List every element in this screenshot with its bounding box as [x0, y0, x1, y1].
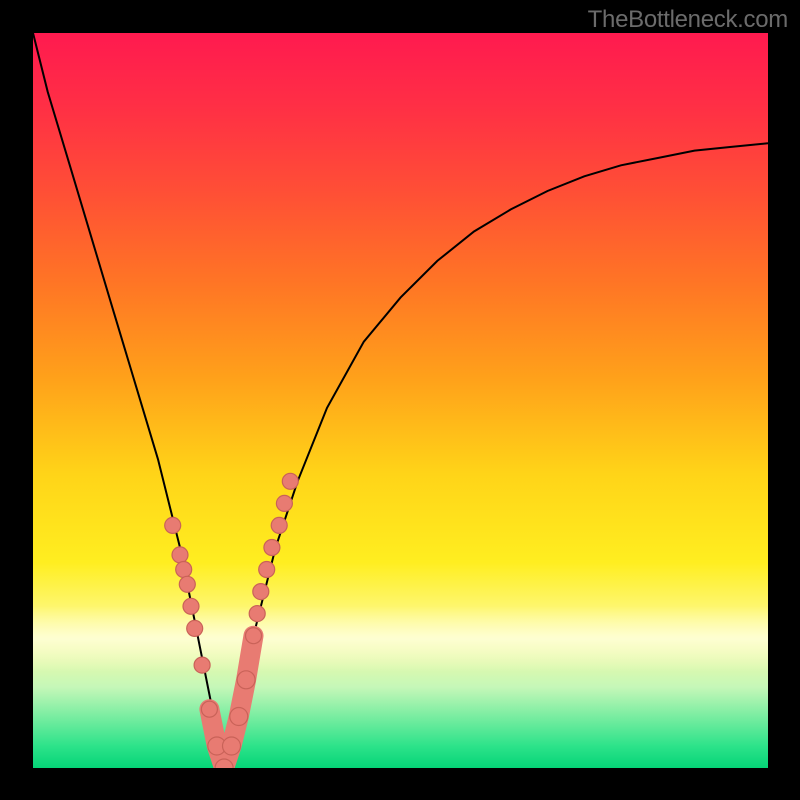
chart-frame: TheBottleneck.com: [0, 0, 800, 800]
bead-point: [179, 576, 195, 592]
bead-point: [237, 671, 255, 689]
bead-point: [271, 517, 287, 533]
bead-point: [264, 540, 280, 556]
bead-point: [282, 473, 298, 489]
bead-point: [223, 737, 241, 755]
bead-point: [201, 701, 217, 717]
bead-point: [259, 562, 275, 578]
bottleneck-curve: [33, 33, 768, 768]
plot-area: [33, 33, 768, 768]
bead-point: [176, 562, 192, 578]
bead-point: [276, 495, 292, 511]
bead-point: [194, 657, 210, 673]
bead-point: [230, 708, 248, 726]
bead-point: [246, 628, 262, 644]
sample-beads: [165, 473, 299, 768]
bead-point: [249, 606, 265, 622]
bead-point: [165, 517, 181, 533]
bead-point: [183, 598, 199, 614]
bead-point: [172, 547, 188, 563]
bead-point: [187, 620, 203, 636]
watermark-text: TheBottleneck.com: [588, 6, 788, 34]
bead-point: [253, 584, 269, 600]
bottleneck-curve-svg: [33, 33, 768, 768]
